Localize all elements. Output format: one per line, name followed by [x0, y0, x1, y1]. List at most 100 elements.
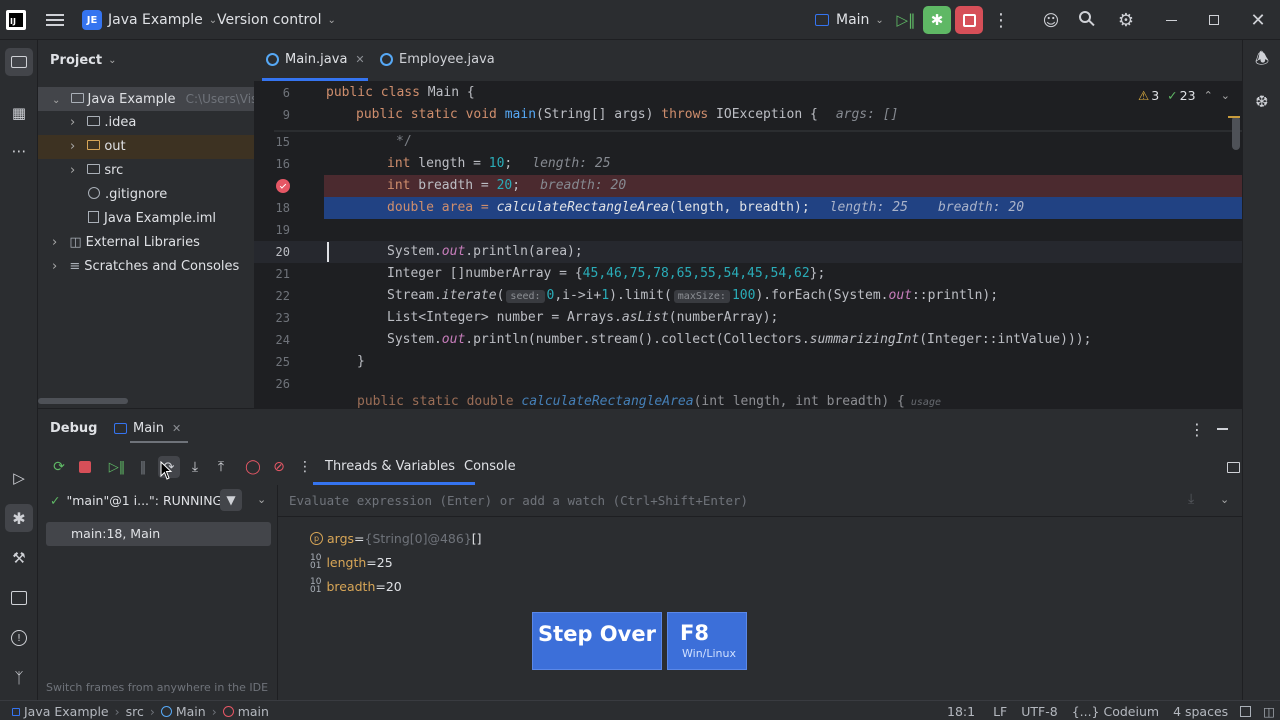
git-icon[interactable]: ᛉ	[8, 667, 30, 689]
tab-console[interactable]: Console	[464, 459, 516, 474]
tree-item-project-root[interactable]: ⌄ Java Example C:\Users\Vish	[38, 87, 265, 111]
stop-icon[interactable]	[74, 456, 96, 478]
chevron-down-icon[interactable]: ⌄	[257, 493, 266, 506]
rerun-icon[interactable]: ▷‖	[895, 9, 917, 31]
watch-input[interactable]: Evaluate expression (Enter) or add a wat…	[289, 493, 748, 508]
minimize-button[interactable]	[1160, 9, 1182, 31]
variable-row-args[interactable]: p args = {String[0]@486} []	[310, 526, 482, 550]
tree-item-external-libraries[interactable]: › ◫ External Libraries	[38, 231, 200, 255]
codeium-widget[interactable]: {...} Codeium	[1072, 704, 1159, 719]
project-panel-header[interactable]: Project ⌄	[50, 53, 116, 68]
indent-setting[interactable]: 4 spaces	[1173, 704, 1228, 719]
tree-item-label: Java Example	[87, 92, 176, 107]
problems-icon[interactable]: !	[8, 627, 30, 649]
variable-row-breadth[interactable]: 10 01 breadth = 20	[310, 574, 482, 598]
run-config-selector[interactable]: Main ⌄	[815, 9, 884, 31]
debug-running-button[interactable]: ✱	[923, 6, 951, 34]
services-icon[interactable]: ▷	[8, 467, 30, 489]
add-watch-icon[interactable]: ⤓	[1188, 491, 1194, 507]
search-icon[interactable]	[1079, 11, 1097, 29]
breakpoint-icon[interactable]	[276, 179, 290, 193]
code-token: List<Integer> number = Arrays.	[387, 310, 622, 325]
editor-area: Main.java ✕ Employee.java ⚠ 3 ✓ 23 ⌃ ⌄ 6…	[254, 40, 1242, 408]
main-menu-icon[interactable]	[46, 12, 64, 28]
breadcrumb-item[interactable]: main	[238, 704, 269, 719]
layout-settings-icon[interactable]	[1224, 458, 1242, 476]
close-window-button[interactable]: ✕	[1247, 9, 1269, 31]
file-encoding[interactable]: UTF-8	[1021, 704, 1057, 719]
close-tab-icon[interactable]: ✕	[355, 53, 364, 66]
code-token: System.	[387, 244, 442, 259]
memory-indicator-icon[interactable]: ◫	[1263, 704, 1275, 719]
breadcrumb-item[interactable]: Java Example	[24, 704, 109, 719]
tree-item-iml[interactable]: Java Example.iml	[38, 207, 216, 231]
terminal-icon[interactable]	[8, 587, 30, 609]
lock-icon[interactable]	[1240, 706, 1252, 717]
tab-employee-java[interactable]: Employee.java	[380, 52, 495, 67]
breadcrumb-item[interactable]: src	[126, 704, 144, 719]
chevron-down-icon[interactable]: ⌄	[1221, 89, 1230, 102]
line-separator[interactable]: LF	[993, 704, 1007, 719]
code-token: (numberArray);	[668, 310, 779, 325]
code-token: ,i->i+	[554, 288, 602, 303]
view-breakpoints-icon[interactable]: ◯	[242, 456, 264, 478]
step-out-icon[interactable]: ⤒	[210, 456, 232, 478]
ai-assistant-icon[interactable]: ❆	[1251, 90, 1273, 112]
code-token: public static double	[357, 395, 522, 408]
tree-item-gitignore[interactable]: .gitignore	[38, 183, 167, 207]
more-options-icon[interactable]: ⋮	[1188, 419, 1206, 439]
resume-icon[interactable]: ▷‖	[106, 456, 128, 478]
chevron-down-icon: ⌄	[208, 14, 218, 26]
horizontal-scrollbar[interactable]	[38, 398, 128, 404]
vertical-scrollbar[interactable]	[1232, 116, 1240, 150]
frame-item[interactable]: main:18, Main	[46, 522, 271, 546]
add-user-icon[interactable]: ☺	[1040, 9, 1062, 31]
tree-item-src[interactable]: › src	[38, 159, 123, 183]
rerun-icon[interactable]: ⟳	[48, 456, 70, 478]
code-token: (Integer::intValue)));	[919, 332, 1092, 347]
notifications-bell-icon[interactable]: 🕭	[1251, 49, 1273, 72]
chevron-right-icon: ›	[70, 163, 76, 178]
code-token: throws	[661, 107, 709, 122]
more-tools-icon[interactable]: ⋯	[8, 140, 30, 162]
step-into-icon[interactable]: ⤓	[184, 456, 206, 478]
mute-breakpoints-icon[interactable]: ⊘	[268, 456, 290, 478]
tree-item-idea[interactable]: › .idea	[38, 111, 136, 135]
stop-button[interactable]	[955, 6, 983, 34]
more-icon[interactable]: ⋮	[992, 9, 1010, 31]
debug-tool-button[interactable]: ✱	[5, 504, 33, 532]
tab-threads-variables[interactable]: Threads & Variables	[325, 459, 455, 474]
thread-selector[interactable]: ✓ "main"@1 i...": RUNNING	[50, 493, 222, 508]
line-number: 6	[282, 86, 290, 100]
build-hammer-icon[interactable]: ⚒	[8, 547, 30, 569]
code-line-20: System.out.println(area);	[387, 241, 583, 263]
parameter-hint: seed:	[506, 290, 545, 303]
project-widget[interactable]: JE Java Example ⌄	[82, 9, 217, 31]
caret-position[interactable]: 18:1	[947, 704, 975, 719]
filter-icon[interactable]: ▼	[220, 489, 242, 511]
line-number: 26	[275, 377, 290, 391]
inspection-widget[interactable]: ⚠ 3 ✓ 23 ⌃ ⌄	[1138, 88, 1230, 103]
intellij-logo-icon[interactable]: IJ	[6, 10, 26, 30]
tree-item-scratches[interactable]: › ≡ Scratches and Consoles	[38, 255, 239, 279]
chevron-up-icon[interactable]: ⌃	[1204, 89, 1213, 102]
close-tab-icon[interactable]: ✕	[172, 422, 181, 435]
chevron-down-icon[interactable]: ⌄	[1220, 493, 1229, 506]
folder-icon	[87, 116, 101, 126]
status-widgets: 18:1 LF UTF-8 {...} Codeium 4 spaces ◫	[947, 704, 1275, 719]
hide-panel-button[interactable]	[1212, 419, 1232, 439]
structure-icon[interactable]: ▦	[8, 102, 30, 124]
tree-item-out[interactable]: › out	[38, 135, 254, 159]
code-token: public class	[326, 85, 428, 100]
debug-session-tab[interactable]: Main ✕	[114, 421, 181, 436]
project-tool-button[interactable]	[5, 48, 33, 76]
pause-icon[interactable]: ‖	[132, 456, 154, 478]
breadcrumb-item[interactable]: Main	[176, 704, 206, 719]
variable-row-length[interactable]: 10 01 length = 25	[310, 550, 482, 574]
vcs-widget[interactable]: Version control ⌄	[217, 9, 336, 31]
restore-button[interactable]	[1203, 9, 1225, 31]
settings-gear-icon[interactable]: ⚙	[1115, 9, 1137, 31]
session-tab-indicator	[130, 441, 188, 443]
code-token: 1	[601, 288, 610, 303]
more-icon[interactable]: ⋮	[294, 456, 316, 478]
